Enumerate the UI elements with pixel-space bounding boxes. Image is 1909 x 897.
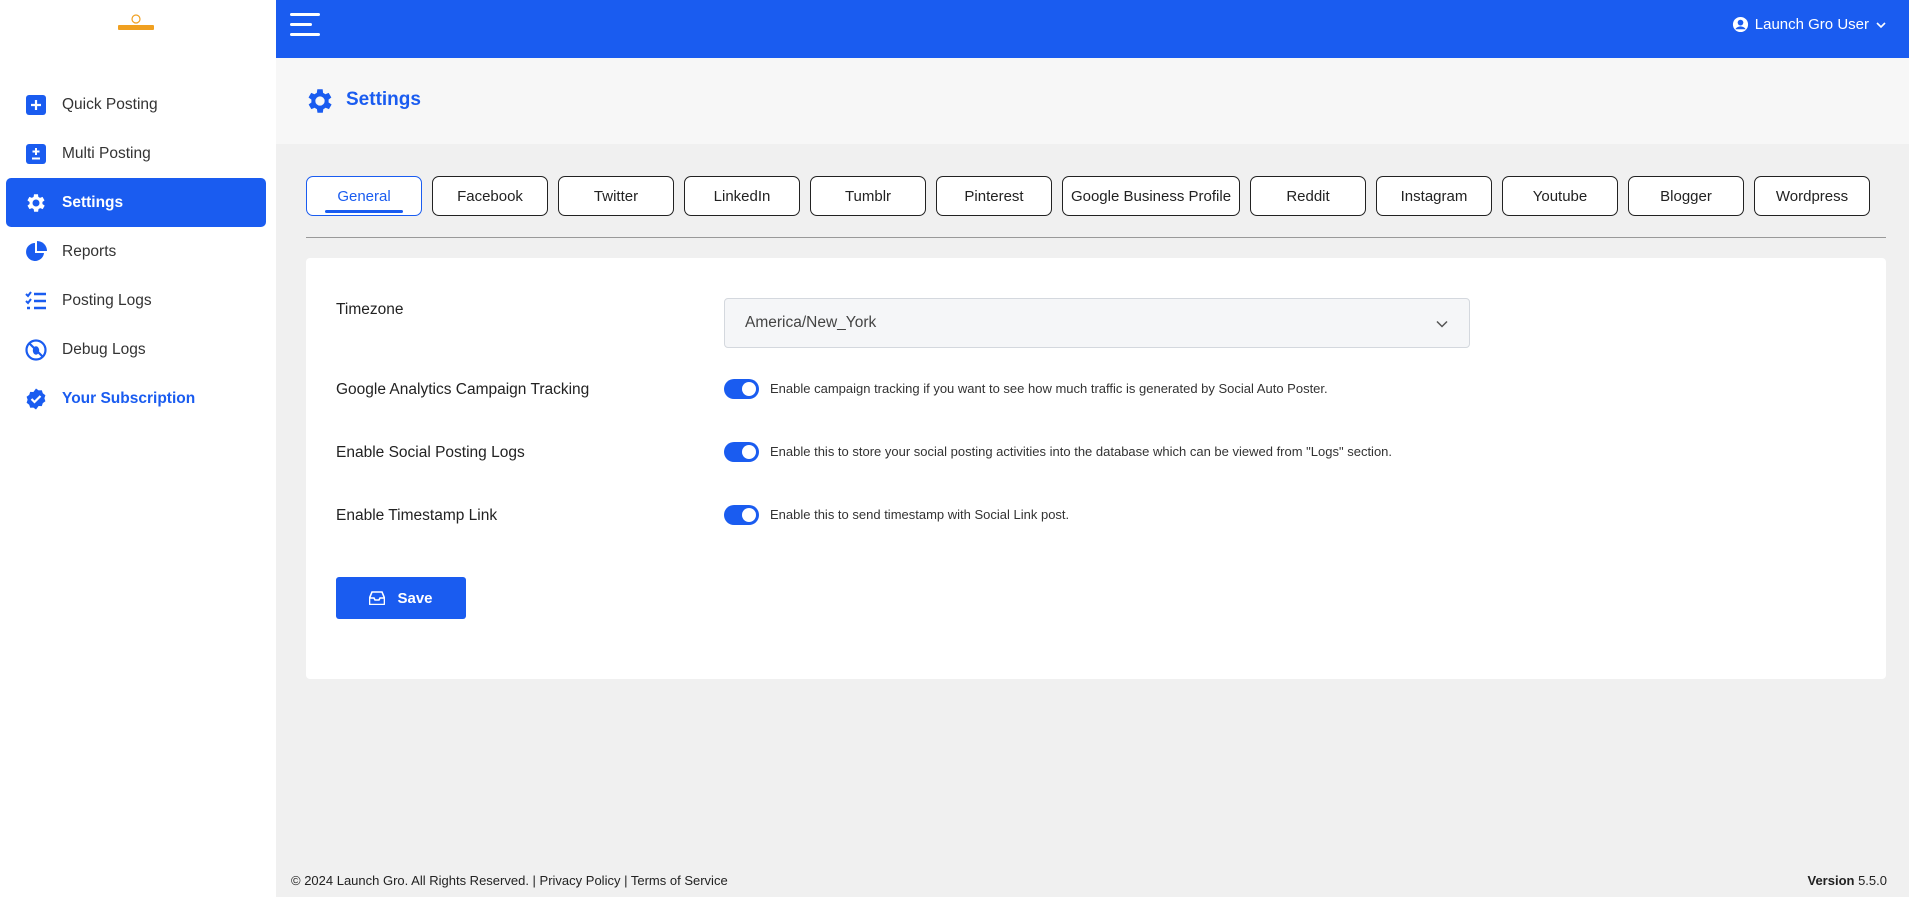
save-button-label: Save (397, 589, 433, 607)
footer-copyright: © 2024 Launch Gro. All Rights Reserved. … (291, 873, 728, 888)
verified-badge-icon (24, 387, 48, 411)
sidebar-item-multi-posting[interactable]: Multi Posting (6, 129, 266, 178)
posting-logs-toggle[interactable] (724, 442, 759, 462)
menu-line (290, 23, 312, 26)
footer-separator: | (624, 873, 628, 888)
menu-toggle-button[interactable] (290, 12, 322, 38)
tab-wordpress[interactable]: Wordpress (1754, 176, 1870, 216)
page-title: Settings (346, 89, 421, 110)
sidebar-item-label: Quick Posting (62, 95, 158, 113)
tab-google-business-profile[interactable]: Google Business Profile (1062, 176, 1240, 216)
tab-twitter[interactable]: Twitter (558, 176, 674, 216)
tab-general[interactable]: General (306, 176, 422, 216)
sidebar-item-debug-logs[interactable]: Debug Logs (6, 325, 266, 374)
privacy-policy-link[interactable]: Privacy Policy (540, 873, 621, 888)
gear-icon (24, 191, 48, 215)
top-bar: Launch Gro User (276, 0, 1909, 58)
general-settings-card: Timezone America/New_York Google Analyti… (306, 258, 1886, 679)
timezone-value: America/New_York (745, 314, 877, 331)
ga-tracking-label: Google Analytics Campaign Tracking (336, 381, 590, 398)
pie-chart-icon (24, 240, 48, 264)
sidebar-item-posting-logs[interactable]: Posting Logs (6, 276, 266, 325)
version-value: 5.5.0 (1858, 873, 1887, 888)
ga-tracking-toggle[interactable] (724, 379, 759, 399)
sidebar-item-label: Posting Logs (62, 291, 152, 309)
sidebar-item-your-subscription[interactable]: Your Subscription (6, 374, 266, 423)
user-menu[interactable]: Launch Gro User (1732, 16, 1887, 33)
tab-blogger[interactable]: Blogger (1628, 176, 1744, 216)
user-name: Launch Gro User (1754, 16, 1869, 33)
sidebar-item-label: Reports (62, 242, 117, 260)
copyright-text: © 2024 Launch Gro. All Rights Reserved. … (291, 873, 536, 888)
sidebar-item-settings[interactable]: Settings (6, 178, 266, 227)
bug-off-icon (24, 338, 48, 362)
tab-tumblr[interactable]: Tumblr (810, 176, 926, 216)
plus-square-icon (24, 93, 48, 117)
list-check-icon (24, 289, 48, 313)
sidebar: Quick Posting Multi Posting Settings Rep… (0, 0, 276, 897)
tab-reddit[interactable]: Reddit (1250, 176, 1366, 216)
posting-logs-label: Enable Social Posting Logs (336, 444, 525, 461)
tab-youtube[interactable]: Youtube (1502, 176, 1618, 216)
tabs-divider (306, 237, 1886, 238)
tab-linkedin[interactable]: LinkedIn (684, 176, 800, 216)
timestamp-link-label: Enable Timestamp Link (336, 507, 498, 524)
plus-minus-square-icon (24, 142, 48, 166)
brand-logo[interactable] (116, 14, 156, 34)
user-circle-icon (1732, 16, 1749, 33)
settings-tabs: General Facebook Twitter LinkedIn Tumblr… (306, 176, 1880, 216)
timestamp-link-toggle[interactable] (724, 505, 759, 525)
save-button[interactable]: Save (336, 577, 466, 619)
gear-icon (304, 85, 336, 122)
ga-tracking-description: Enable campaign tracking if you want to … (770, 381, 1328, 396)
version-label: Version (1807, 873, 1855, 888)
timezone-label: Timezone (336, 301, 404, 318)
chevron-down-icon (1435, 317, 1449, 336)
chevron-down-icon (1875, 19, 1887, 31)
tab-instagram[interactable]: Instagram (1376, 176, 1492, 216)
sidebar-item-label: Multi Posting (62, 144, 151, 162)
posting-logs-description: Enable this to store your social posting… (770, 444, 1393, 459)
sidebar-item-label: Debug Logs (62, 340, 146, 358)
sidebar-item-label: Your Subscription (62, 389, 196, 407)
terms-of-service-link[interactable]: Terms of Service (631, 873, 728, 888)
inbox-icon (369, 591, 386, 605)
timestamp-link-description: Enable this to send timestamp with Socia… (770, 507, 1070, 522)
menu-line (290, 13, 320, 16)
page-header: Settings (276, 58, 1909, 144)
tab-pinterest[interactable]: Pinterest (936, 176, 1052, 216)
sidebar-item-reports[interactable]: Reports (6, 227, 266, 276)
timezone-select[interactable]: America/New_York (724, 298, 1470, 348)
tab-facebook[interactable]: Facebook (432, 176, 548, 216)
sidebar-item-quick-posting[interactable]: Quick Posting (6, 80, 266, 129)
sidebar-nav: Quick Posting Multi Posting Settings Rep… (6, 80, 266, 423)
footer-version: Version 5.5.0 (1807, 873, 1887, 888)
menu-line (290, 33, 320, 36)
sidebar-item-label: Settings (62, 193, 124, 211)
